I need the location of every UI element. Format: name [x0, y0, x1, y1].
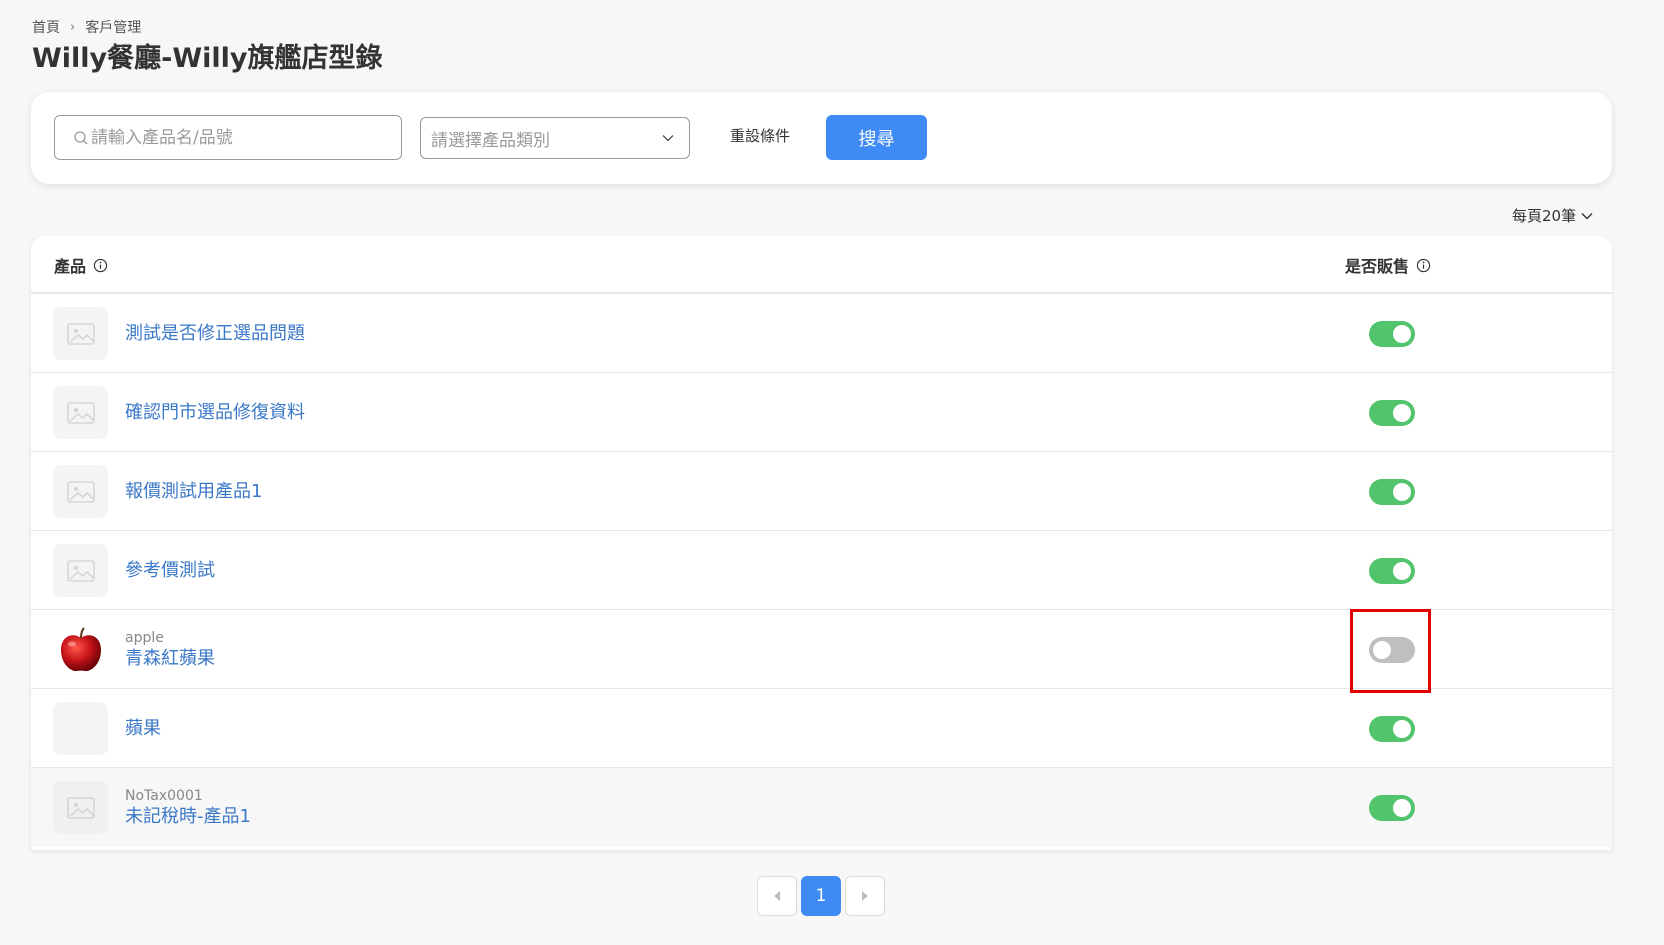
search-button[interactable]: 搜尋	[826, 115, 927, 160]
page-button-current[interactable]: 1	[801, 876, 841, 916]
image-placeholder-icon	[66, 796, 95, 819]
product-name-link[interactable]: 報價測試用產品1	[125, 480, 262, 504]
product-thumbnail	[53, 702, 108, 755]
chevron-down-icon	[1581, 212, 1593, 219]
for-sale-toggle[interactable]	[1369, 321, 1415, 347]
reset-button[interactable]: 重設條件	[730, 125, 790, 146]
toggle-knob	[1393, 799, 1411, 817]
product-name-link[interactable]: 測試是否修正選品問題	[125, 322, 305, 346]
for-sale-toggle[interactable]	[1369, 558, 1415, 584]
next-page-button[interactable]	[845, 876, 885, 916]
toggle-knob	[1393, 404, 1411, 422]
table-row: 確認門市選品修復資料	[31, 373, 1612, 452]
info-icon[interactable]	[1416, 258, 1431, 273]
caret-left-icon	[774, 891, 780, 901]
page-title: Willy餐廳-Willy旗艦店型錄	[32, 43, 383, 74]
info-icon[interactable]	[93, 258, 108, 273]
product-name-link[interactable]: 青森紅蘋果	[125, 647, 215, 671]
product-sku: NoTax0001	[125, 787, 203, 804]
for-sale-toggle[interactable]	[1369, 479, 1415, 505]
product-thumbnail	[53, 386, 108, 439]
search-icon	[74, 130, 88, 144]
toggle-knob	[1393, 483, 1411, 501]
chevron-right-icon: ›	[70, 19, 76, 35]
product-name-link[interactable]: 蘋果	[125, 717, 161, 741]
product-info: 蘋果	[125, 689, 161, 768]
highlight-box	[1350, 609, 1431, 693]
table-row: 參考價測試	[31, 531, 1612, 610]
caret-right-icon	[862, 891, 868, 901]
prev-page-button[interactable]	[757, 876, 797, 916]
column-header-product-label: 產品	[54, 257, 87, 276]
product-info: 參考價測試	[125, 531, 215, 610]
image-placeholder-icon	[66, 559, 95, 582]
column-header-for-sale-label: 是否販售	[1345, 257, 1410, 276]
product-name-link[interactable]: 未記稅時-產品1	[125, 805, 251, 829]
product-info: NoTax0001 未記稅時-產品1	[125, 768, 251, 847]
toggle-knob	[1393, 325, 1411, 343]
product-info: 測試是否修正選品問題	[125, 294, 305, 373]
product-name-link[interactable]: 參考價測試	[125, 559, 215, 583]
pagination: 1	[757, 876, 885, 916]
image-placeholder-icon	[66, 480, 95, 503]
search-input-wrapper[interactable]	[54, 115, 402, 160]
product-thumbnail	[53, 623, 108, 676]
category-select-placeholder: 請選擇產品類別	[431, 130, 550, 151]
product-info: apple 青森紅蘋果	[125, 610, 215, 689]
apple-image	[60, 626, 101, 671]
product-name-link[interactable]: 確認門市選品修復資料	[125, 401, 305, 425]
toggle-knob	[1393, 720, 1411, 738]
product-info: 報價測試用產品1	[125, 452, 262, 531]
page-size-label: 每頁20筆	[1512, 207, 1577, 225]
image-placeholder-icon	[66, 322, 95, 345]
table-row: NoTax0001 未記稅時-產品1	[31, 768, 1612, 847]
product-info: 確認門市選品修復資料	[125, 373, 305, 452]
image-placeholder-icon	[66, 401, 95, 424]
table-row: 蘋果	[31, 689, 1612, 768]
table-row: 測試是否修正選品問題	[31, 294, 1612, 373]
search-input[interactable]	[91, 127, 391, 148]
product-thumbnail	[53, 781, 108, 834]
for-sale-toggle[interactable]	[1369, 400, 1415, 426]
table-row: 報價測試用產品1	[31, 452, 1612, 531]
for-sale-toggle[interactable]	[1369, 795, 1415, 821]
breadcrumb: 首頁 › 客戶管理	[32, 17, 141, 37]
product-table: 產品 是否販售 測試是否修正選品問題 確認門市選品修復資料 報價測試用產品1 參考價測…	[31, 236, 1612, 850]
breadcrumb-current[interactable]: 客戶管理	[85, 17, 141, 37]
column-header-product: 產品	[54, 253, 108, 277]
breadcrumb-home[interactable]: 首頁	[32, 17, 60, 37]
product-thumbnail	[53, 544, 108, 597]
product-thumbnail	[53, 465, 108, 518]
product-thumbnail	[53, 307, 108, 360]
toggle-knob	[1393, 562, 1411, 580]
column-header-for-sale: 是否販售	[1345, 253, 1431, 277]
page-size-select[interactable]: 每頁20筆	[1512, 205, 1594, 226]
chevron-down-icon	[662, 135, 674, 142]
product-sku: apple	[125, 629, 164, 646]
category-select[interactable]: 請選擇產品類別	[420, 117, 690, 159]
table-header: 產品 是否販售	[31, 236, 1612, 294]
for-sale-toggle[interactable]	[1369, 716, 1415, 742]
